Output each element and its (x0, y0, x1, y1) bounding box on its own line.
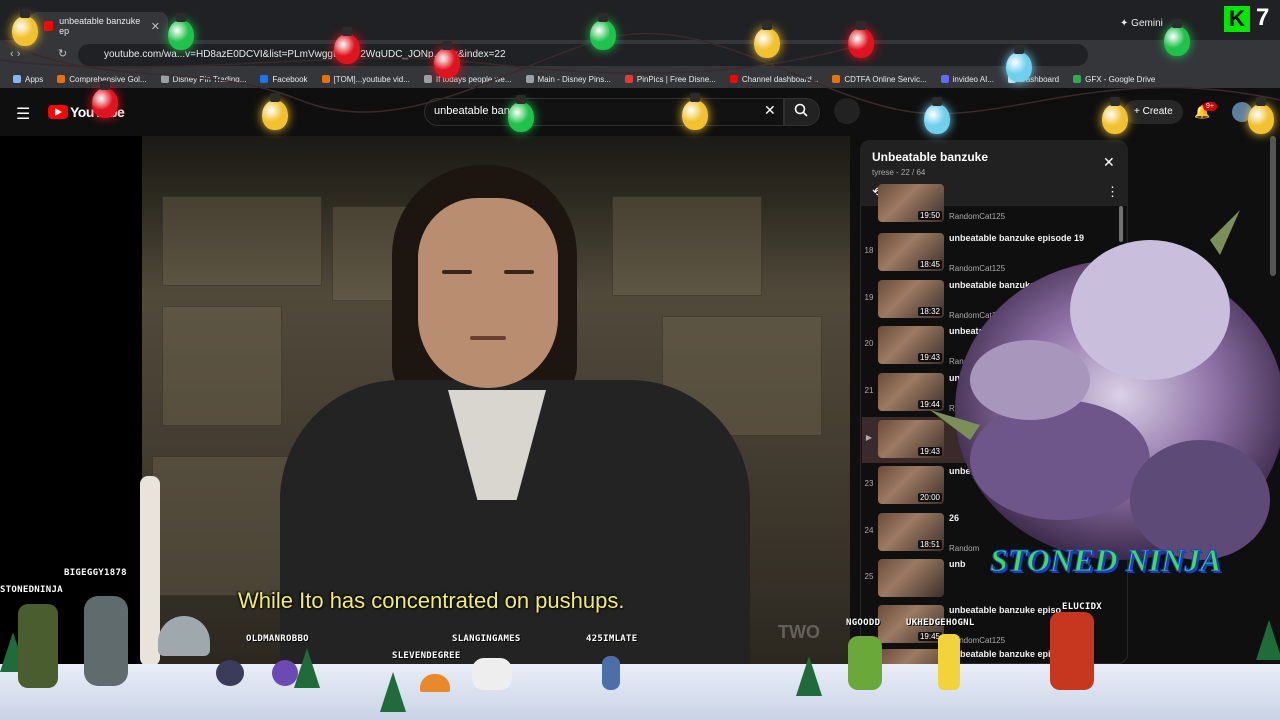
pine-tree (380, 672, 406, 712)
christmas-bulb (682, 93, 708, 130)
viewer-name: SLEVENDEGREE (392, 651, 461, 661)
video-subtitle: While Ito has concentrated on pushups. (238, 588, 625, 613)
penguin-sprite (602, 656, 620, 690)
playlist-subtitle: tyrese - 22 / 64 (872, 168, 926, 177)
cannabis-bud-overlay (930, 210, 1280, 560)
closed-eye (504, 270, 534, 274)
christmas-bulb (1248, 97, 1274, 134)
christmas-bulb (508, 95, 534, 132)
playlist-item-index: 24 (864, 526, 874, 535)
playlist-item-index: 18 (864, 246, 874, 255)
background-figure (140, 476, 160, 664)
christmas-bulb (754, 21, 780, 58)
pine-tree (1256, 620, 1280, 660)
wall-brick (612, 196, 762, 296)
wall-brick (162, 196, 322, 286)
playlist-item-index: 20 (864, 339, 874, 348)
viewer-name: ELUCIDX (1062, 602, 1103, 612)
christmas-bulb (262, 93, 288, 130)
playlist-item-index: 19 (864, 293, 874, 302)
christmas-bulb (1164, 19, 1190, 56)
christmas-bulb (92, 81, 118, 118)
close-playlist-icon[interactable]: ✕ (1103, 154, 1115, 171)
viewer-name: BIGEGGY1878 (64, 568, 127, 578)
mouth (470, 336, 506, 340)
christmas-bulb (590, 13, 616, 50)
christmas-bulb (1102, 97, 1128, 134)
tv-watermark: TWO (778, 622, 820, 642)
gremlin-sprite (84, 596, 128, 686)
soldier-sprite (18, 604, 58, 688)
christmas-bulb (848, 21, 874, 58)
cat-sprite (472, 658, 512, 690)
wall-brick (162, 306, 282, 426)
creature-sprite (216, 660, 244, 686)
turtle-sprite (848, 636, 882, 690)
ironman-sprite (1050, 612, 1094, 690)
viewer-name: UKHEDGEHOGNL (906, 618, 975, 628)
playlist-item-index: 23 (864, 479, 874, 488)
playlist-item-index: 21 (864, 386, 874, 395)
christmas-bulb (168, 13, 194, 50)
person-face (418, 198, 558, 388)
viewer-name: 425IMLATE (586, 634, 638, 644)
viewer-name: STONEDNINJA (0, 585, 63, 595)
christmas-bulb (12, 9, 38, 46)
pine-tree (796, 656, 822, 696)
christmas-bulb (334, 27, 360, 64)
creature-sprite (272, 660, 298, 686)
pine-tree (294, 648, 320, 688)
viewer-name: NGOODD (846, 618, 881, 628)
christmas-bulb (434, 41, 460, 78)
christmas-bulb (1006, 45, 1032, 82)
christmas-light-wire (0, 32, 1280, 115)
cartoon-sprite (938, 634, 960, 690)
playlist-item-index: ▶ (865, 433, 873, 442)
playlist-title[interactable]: Unbeatable banzuke (872, 150, 988, 164)
closed-eye (442, 270, 472, 274)
viewer-name: OLDMANROBBO (246, 634, 309, 644)
stoned-ninja-logo: STONED NINJA (989, 542, 1222, 579)
viewer-name: SLANGINGAMES (452, 634, 521, 644)
christmas-bulb (924, 97, 950, 134)
playlist-item-index: 25 (864, 572, 874, 581)
